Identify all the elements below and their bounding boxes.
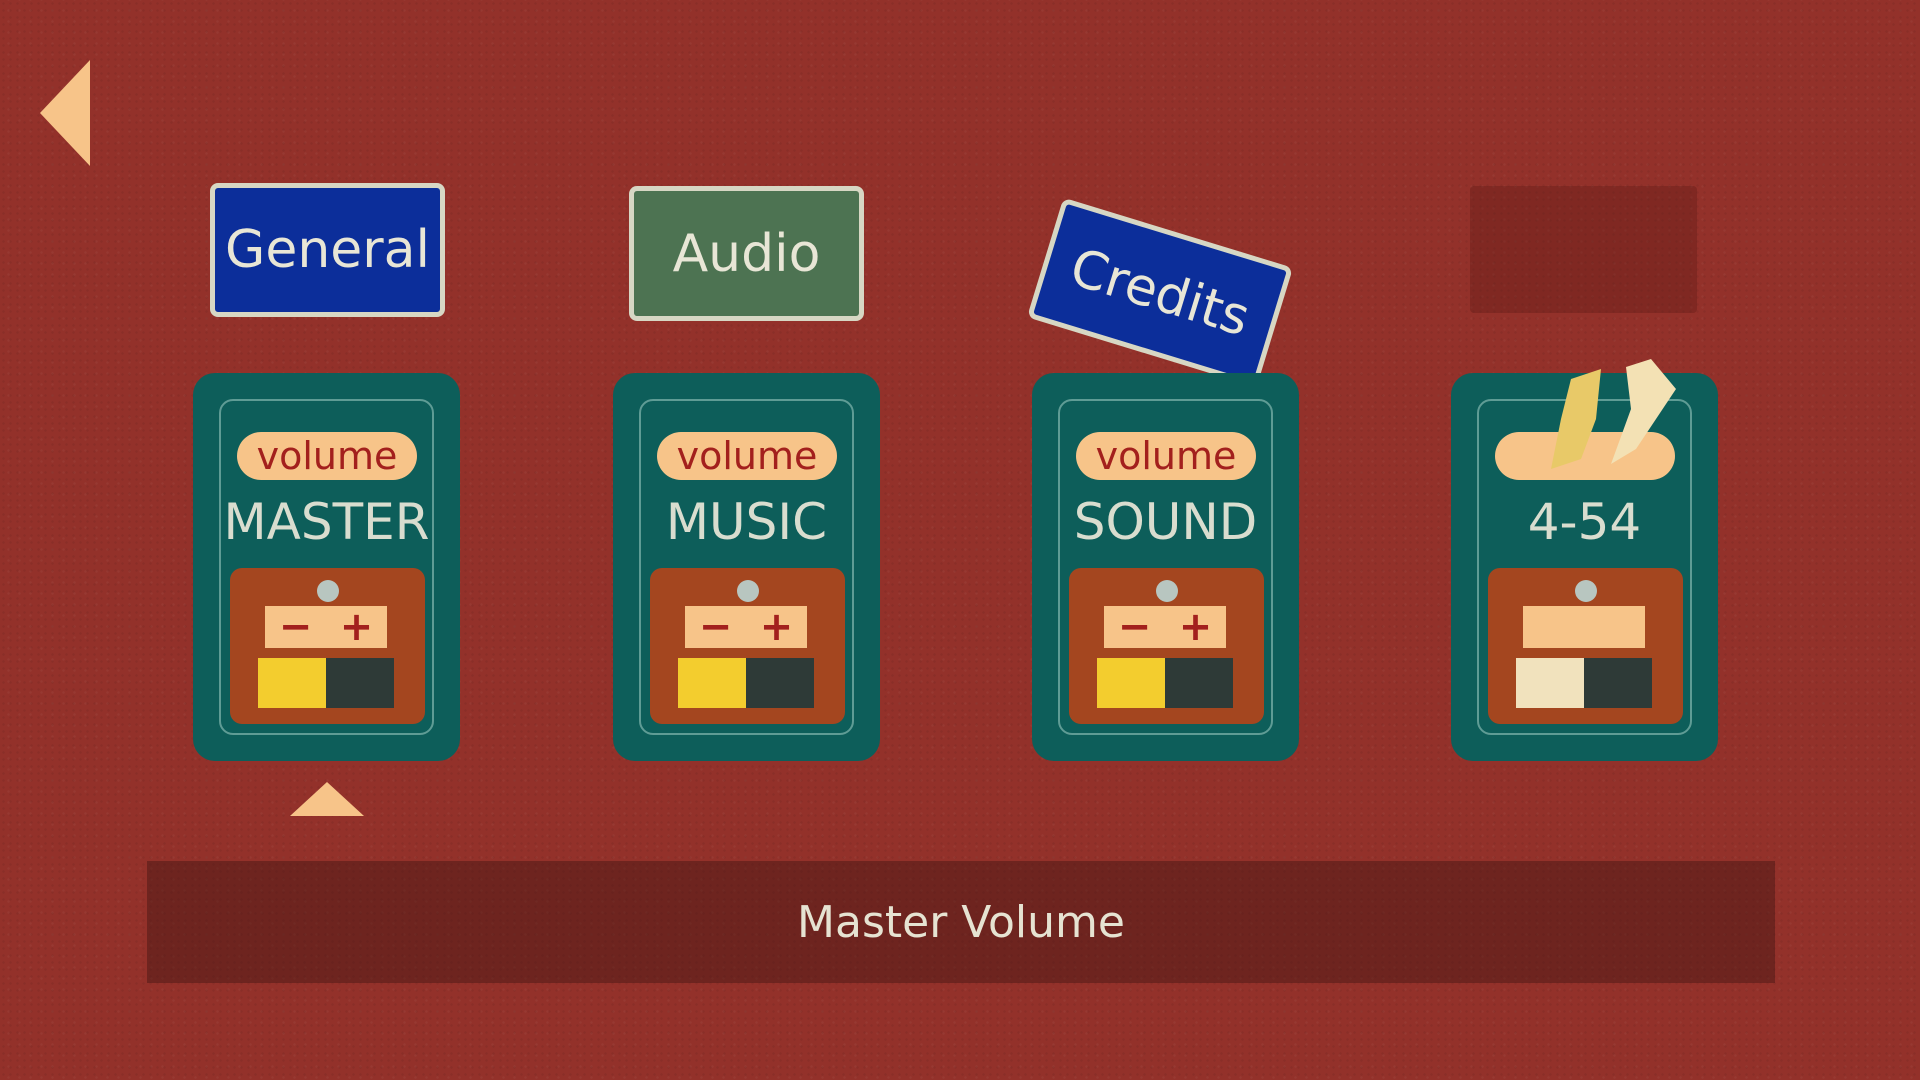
tab-credits[interactable]: Credits [1026, 197, 1294, 388]
empty-tab-slot [1470, 186, 1697, 313]
volume-up-button[interactable]: + [760, 607, 794, 647]
sound-volume-card[interactable]: volume SOUND − + [1032, 373, 1299, 761]
selection-indicator-icon [290, 782, 364, 816]
tape-icon [1551, 359, 1676, 469]
level-fill [1516, 658, 1584, 708]
volume-level-bar[interactable] [258, 658, 394, 708]
volume-control-panel: − + [650, 568, 845, 724]
master-volume-card[interactable]: volume MASTER − + [193, 373, 460, 761]
volume-level-fill [258, 658, 326, 708]
back-arrow-icon[interactable] [38, 58, 93, 168]
volume-stepper: − + [1104, 606, 1226, 648]
description-bar: Master Volume [147, 861, 1775, 983]
volume-up-button[interactable]: + [1179, 607, 1213, 647]
volume-up-button[interactable]: + [340, 607, 374, 647]
card-title: MASTER [223, 493, 430, 551]
knob-icon [317, 580, 339, 602]
card-tag: volume [237, 432, 417, 480]
volume-down-button[interactable]: − [1118, 607, 1152, 647]
volume-stepper: − + [265, 606, 387, 648]
tab-audio[interactable]: Audio [629, 186, 864, 321]
volume-level-bar[interactable] [678, 658, 814, 708]
card-title: SOUND [1073, 493, 1258, 551]
locked-card: 4-54 [1451, 359, 1718, 761]
volume-stepper: − + [685, 606, 807, 648]
card-title: 4-54 [1527, 493, 1642, 551]
knob-icon [737, 580, 759, 602]
knob-icon [1156, 580, 1178, 602]
level-bar [1516, 658, 1652, 708]
card-tag: volume [1076, 432, 1256, 480]
volume-down-button[interactable]: − [699, 607, 733, 647]
volume-level-fill [678, 658, 746, 708]
volume-control-panel: − + [230, 568, 425, 724]
blank-plate [1523, 606, 1645, 648]
tab-general[interactable]: General [210, 183, 445, 317]
volume-down-button[interactable]: − [279, 607, 313, 647]
card-tag: volume [657, 432, 837, 480]
control-panel [1488, 568, 1683, 724]
description-text: Master Volume [797, 896, 1125, 948]
volume-level-fill [1097, 658, 1165, 708]
card-title: MUSIC [665, 493, 828, 551]
volume-level-bar[interactable] [1097, 658, 1233, 708]
volume-control-panel: − + [1069, 568, 1264, 724]
knob-icon [1575, 580, 1597, 602]
music-volume-card[interactable]: volume MUSIC − + [613, 373, 880, 761]
